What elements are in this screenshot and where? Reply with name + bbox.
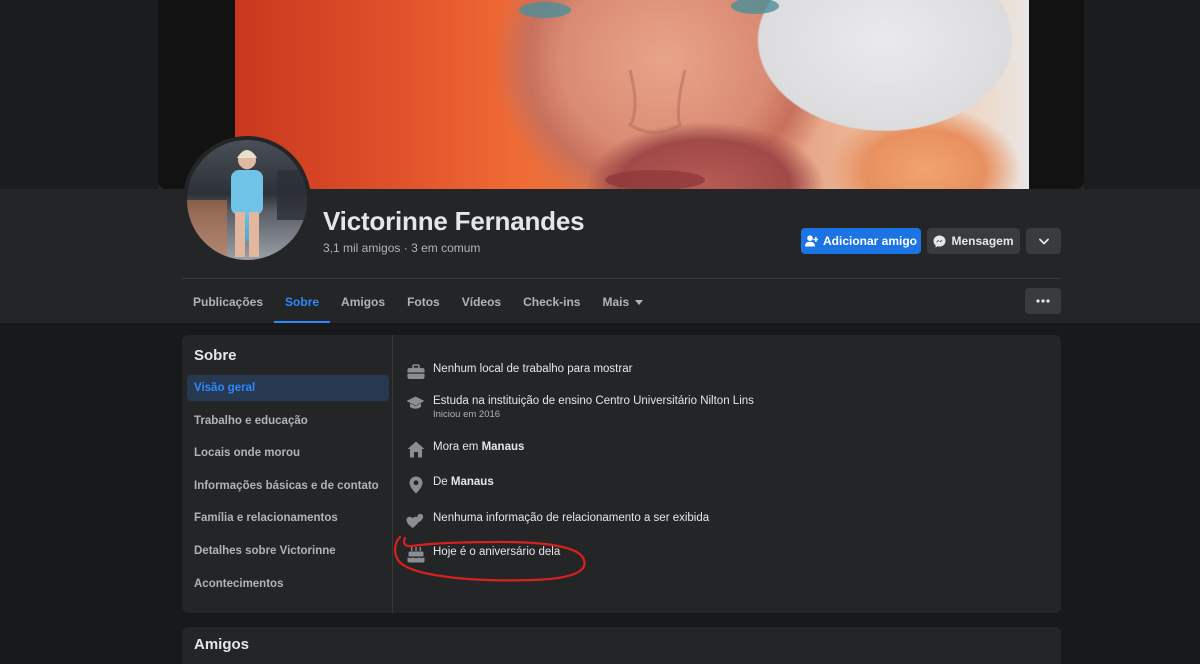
about-card: Sobre Visão geral Trabalho e educação Lo… [182, 335, 1061, 613]
map-pin-icon [406, 475, 425, 494]
birthday-cake-icon [406, 545, 425, 564]
overview-lives-row: Mora em Manaus [406, 440, 524, 459]
separator: · [403, 241, 408, 255]
tab-publicacoes[interactable]: Publicações [182, 281, 274, 323]
profile-avatar[interactable] [183, 136, 311, 264]
cover-photo[interactable] [235, 0, 1029, 189]
profile-page: Victorinne Fernandes 3,1 mil amigos · 3 … [0, 0, 1200, 664]
avatar-photo-art [187, 150, 307, 260]
work-text: Nenhum local de trabalho para mostrar [433, 363, 633, 375]
profile-friends-summary[interactable]: 3,1 mil amigos · 3 em comum [323, 241, 480, 255]
tab-label: Fotos [407, 295, 440, 309]
overview-education-row: Estuda na instituição de ensino Centro U… [406, 394, 754, 421]
add-friend-icon [804, 235, 818, 247]
about-nav: Sobre Visão geral Trabalho e educação Lo… [182, 335, 393, 613]
lives-text: Mora em Manaus [433, 440, 524, 455]
from-text: De Manaus [433, 475, 494, 490]
tab-label: Amigos [341, 295, 386, 309]
add-friend-button[interactable]: Adicionar amigo [801, 228, 921, 254]
ellipsis-icon [1036, 299, 1050, 303]
message-button[interactable]: Mensagem [927, 228, 1020, 254]
about-nav-contact-info[interactable]: Informações básicas e de contato [187, 473, 389, 499]
tab-label: Check-ins [523, 295, 581, 309]
birthday-text: Hoje é o aniversário dela [433, 546, 561, 558]
overview-work-row: Nenhum local de trabalho para mostrar [406, 362, 632, 381]
relationship-text: Nenhuma informação de relacionamento a s… [433, 512, 710, 524]
education-text[interactable]: Estuda na instituição de ensino Centro U… [433, 394, 754, 409]
friends-card: Amigos [182, 627, 1061, 664]
briefcase-icon [406, 362, 425, 381]
header-side-right [1084, 0, 1200, 189]
overview-from-row: De Manaus [406, 475, 494, 494]
about-nav-family[interactable]: Família e relacionamentos [187, 505, 389, 531]
home-icon [406, 440, 425, 459]
from-city-link[interactable]: Manaus [451, 476, 494, 488]
overview-relationship-row: Nenhuma informação de relacionamento a s… [406, 511, 709, 530]
mutual-friends[interactable]: 3 em comum [411, 241, 480, 255]
tab-sobre[interactable]: Sobre [274, 281, 331, 323]
header-side-left [0, 0, 158, 189]
messenger-icon [933, 235, 946, 247]
profile-tabs: Publicações Sobre Amigos Fotos Vídeos Ch… [182, 281, 654, 323]
lives-prefix: Mora em [433, 441, 479, 453]
about-title: Sobre [194, 347, 237, 364]
about-nav-places[interactable]: Locais onde morou [187, 440, 389, 466]
tab-fotos[interactable]: Fotos [396, 281, 451, 323]
about-nav-overview[interactable]: Visão geral [187, 375, 389, 401]
tab-mais[interactable]: Mais [591, 281, 654, 323]
header-divider [182, 278, 1061, 279]
profile-more-button[interactable] [1026, 228, 1061, 254]
about-nav-details[interactable]: Detalhes sobre Victorinne [187, 538, 389, 564]
from-prefix: De [433, 476, 448, 488]
about-nav-life-events[interactable]: Acontecimentos [187, 571, 389, 597]
hearts-icon [406, 511, 425, 530]
tab-amigos[interactable]: Amigos [330, 281, 396, 323]
friends-count[interactable]: 3,1 mil amigos [323, 241, 400, 255]
about-nav-work-education[interactable]: Trabalho e educação [187, 408, 389, 434]
cover-photo-art [519, 0, 779, 189]
education-since: Iniciou em 2016 [433, 409, 501, 420]
tab-label: Publicações [193, 295, 264, 309]
lives-city-link[interactable]: Manaus [482, 441, 525, 453]
overview-birthday-row: Hoje é o aniversário dela [406, 545, 560, 564]
tab-checkins[interactable]: Check-ins [512, 281, 591, 323]
tab-videos[interactable]: Vídeos [451, 281, 512, 323]
tab-label: Vídeos [461, 295, 502, 309]
add-friend-label: Adicionar amigo [822, 234, 917, 248]
profile-name: Victorinne Fernandes [323, 206, 585, 236]
tabs-more-options-button[interactable] [1025, 288, 1061, 314]
message-label: Mensagem [951, 234, 1014, 248]
chevron-down-icon [1038, 238, 1049, 244]
tab-label: Mais [602, 295, 630, 309]
friends-section-title[interactable]: Amigos [194, 636, 249, 653]
caret-down-icon [635, 299, 644, 305]
graduation-cap-icon [406, 394, 425, 413]
tab-label: Sobre [285, 295, 320, 309]
